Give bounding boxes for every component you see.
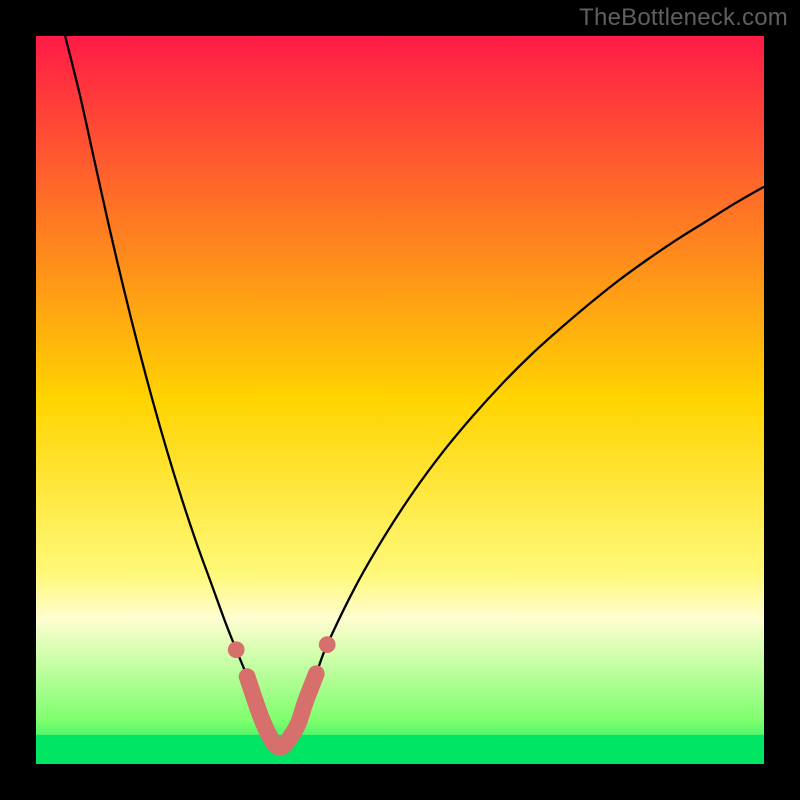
bottleneck-chart bbox=[36, 36, 764, 764]
chart-svg bbox=[36, 36, 764, 764]
watermark-text: TheBottleneck.com bbox=[579, 4, 788, 32]
green-band bbox=[36, 735, 764, 764]
highlight-dot bbox=[228, 641, 245, 658]
chart-frame: TheBottleneck.com bbox=[0, 0, 800, 800]
chart-background bbox=[36, 36, 764, 764]
highlight-dot bbox=[319, 636, 336, 653]
